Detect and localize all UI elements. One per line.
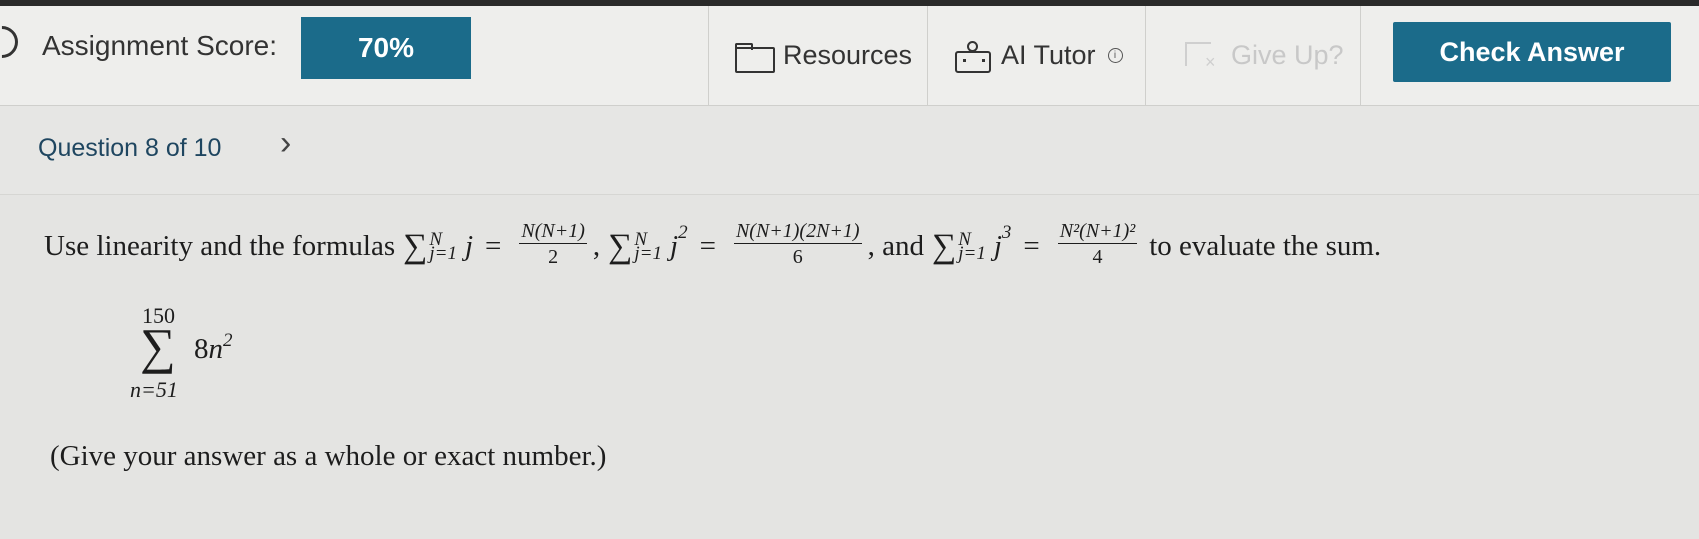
sum-term: 8n2 — [194, 330, 233, 365]
give-up-label: Give Up? — [1231, 40, 1344, 70]
question-nav-bar: Question 8 of 10 › — [0, 106, 1699, 195]
answer-instruction: (Give your answer as a whole or exact nu… — [50, 440, 607, 472]
formula-term: j — [993, 230, 1002, 262]
next-question-chevron-icon[interactable]: › — [280, 124, 291, 163]
sigma-limits: N j=1 — [634, 228, 663, 264]
prompt-outro: to evaluate the sum. — [1149, 230, 1382, 262]
sigma-symbol: ∑ — [931, 227, 957, 265]
question-prompt: Use linearity and the formulas ∑ N j=1 j… — [44, 220, 1382, 268]
formula-term: j — [464, 230, 474, 262]
resources-button[interactable]: Resources — [735, 40, 913, 73]
give-up-button[interactable]: × Give Up? — [1185, 40, 1344, 72]
formula-fraction: N²(N+1)² 4 — [1057, 220, 1138, 268]
folder-icon — [735, 42, 775, 73]
sigma-symbol: ∑ — [140, 318, 176, 374]
formula-fraction: N(N+1)(2N+1) 6 — [733, 220, 862, 268]
divider — [708, 6, 709, 105]
give-up-icon: × — [1185, 41, 1221, 72]
divider — [1145, 6, 1146, 105]
formula-fraction: N(N+1) 2 — [519, 220, 587, 268]
sigma-limits: N j=1 — [429, 228, 457, 264]
resources-label: Resources — [783, 40, 913, 70]
divider — [1360, 6, 1361, 105]
sum-lower-limit: n=51 — [130, 377, 178, 402]
divider — [927, 6, 928, 105]
window-edge — [0, 0, 1699, 6]
prompt-intro: Use linearity and the formulas — [44, 230, 396, 262]
check-answer-button[interactable]: Check Answer — [1393, 22, 1671, 82]
sigma-limits: N j=1 — [958, 228, 986, 264]
back-arrow-icon[interactable] — [0, 19, 25, 65]
sigma-symbol: ∑ — [403, 227, 428, 265]
assignment-score-value: 70% — [301, 17, 471, 79]
formula-term: j — [670, 230, 679, 262]
info-icon[interactable]: i — [1107, 48, 1123, 63]
ai-tutor-label: AI Tutor — [1001, 40, 1096, 70]
ai-tutor-button[interactable]: AI Tutor i — [953, 40, 1123, 73]
question-counter: Question 8 of 10 — [38, 134, 222, 162]
robot-icon — [953, 40, 991, 73]
top-toolbar: Assignment Score: 70% Resources AI Tutor… — [0, 0, 1699, 106]
sigma-symbol: ∑ — [608, 227, 633, 265]
assignment-score-label: Assignment Score: — [42, 30, 277, 61]
